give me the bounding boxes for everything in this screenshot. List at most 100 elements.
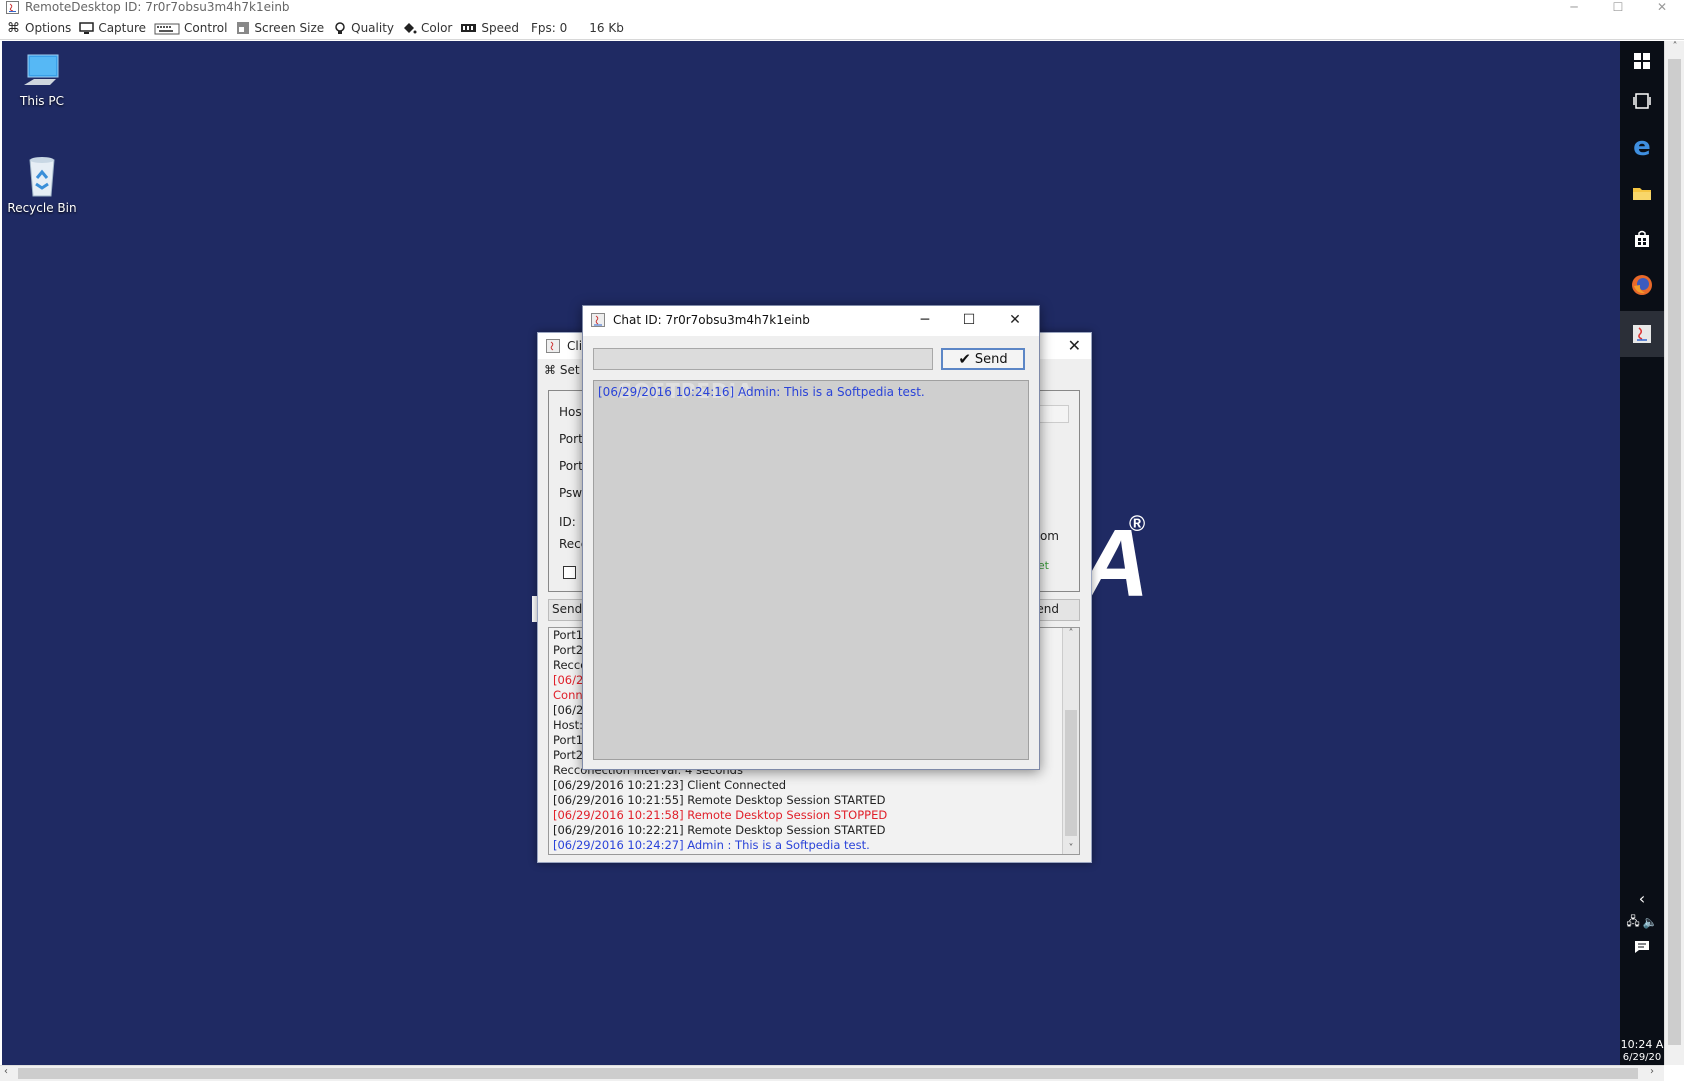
log-fragment: Port2 [553, 748, 584, 762]
minimize-button[interactable]: ─ [1552, 0, 1596, 16]
network-icon: 🖧 [1626, 913, 1640, 928]
client-close-button[interactable]: ✕ [1068, 336, 1081, 355]
close-button[interactable]: ✕ [1640, 0, 1684, 16]
folder-icon [1633, 188, 1651, 200]
store-bag-icon [1635, 230, 1649, 247]
capture-menu[interactable]: Capture [79, 21, 146, 36]
log-scroll-thumb[interactable] [1065, 710, 1077, 836]
memory-icon [460, 21, 477, 36]
desktop-icon-recycle-bin[interactable]: Recycle Bin [2, 154, 82, 215]
paint-bucket-icon [402, 21, 417, 36]
quality-label: Quality [351, 21, 395, 35]
show-hidden-icons-button[interactable]: ‹ [1620, 886, 1664, 910]
chat-send-button[interactable]: ✔ Send [941, 348, 1025, 370]
clock-date[interactable]: 6/29/20 [1620, 1052, 1664, 1063]
client-send-left-button[interactable]: Send [552, 602, 582, 616]
chat-history-area[interactable]: SOFTPEDIA [06/29/2016 10:24:16] Admin: T… [593, 379, 1029, 760]
notification-icon [1635, 941, 1649, 953]
quality-menu[interactable]: Quality [332, 21, 394, 36]
log-line: [06/29/2016 10:21:58] Remote Desktop Ses… [553, 808, 888, 822]
main-toolbar: ⌘ Options Capture Control Screen Size Qu… [0, 17, 1684, 40]
explorer-taskbar-button[interactable] [1620, 173, 1664, 213]
scroll-up-arrow-icon[interactable]: ˄ [1665, 41, 1684, 52]
recycle-bin-label: Recycle Bin [7, 201, 77, 215]
windows-logo-icon [1634, 53, 1650, 69]
task-view-button[interactable] [1620, 81, 1664, 121]
clock-time[interactable]: 10:24 A [1620, 1038, 1664, 1051]
port1-label: Port [559, 432, 583, 446]
java-app-icon [6, 1, 19, 14]
java-icon [546, 339, 560, 353]
windows-taskbar: e ‹ 🖧 🔈 10:24 A 6/29/20 [1620, 41, 1664, 1065]
chat-window: Chat ID: 7r0r7obsu3m4h7k1einb ─ ☐ ✕ ✔ Se… [582, 305, 1040, 770]
log-line: [06/29/2016 10:22:21] Remote Desktop Ses… [553, 823, 886, 837]
options-menu[interactable]: ⌘ Options [6, 21, 71, 36]
log-fragment: Port2 [553, 643, 584, 657]
chat-window-title: Chat ID: 7r0r7obsu3m4h7k1einb [613, 313, 810, 327]
chevron-left-icon: ‹ [1638, 888, 1646, 908]
monitor-icon [79, 21, 95, 36]
log-fragment: Conn [553, 688, 583, 702]
edge-taskbar-button[interactable]: e [1620, 127, 1664, 167]
chat-close-button[interactable]: ✕ [995, 309, 1035, 333]
scroll-right-arrow-icon[interactable]: › [1650, 1066, 1654, 1077]
log-line: [06/29/2016 10:21:23] Client Connected [553, 778, 787, 792]
app-title: RemoteDesktop ID: 7r0r7obsu3m4h7k1einb [25, 0, 290, 14]
maximize-button[interactable]: ☐ [1596, 0, 1640, 16]
computer-icon [24, 54, 59, 85]
command-icon: ⌘ [7, 20, 20, 36]
speed-menu[interactable]: Speed [460, 21, 519, 36]
chat-minimize-button[interactable]: ─ [905, 309, 945, 333]
log-fragment: Port1 [553, 628, 584, 642]
log-fragment: Host: [553, 718, 584, 732]
client-settings-menu[interactable]: ⌘ Set [544, 363, 580, 377]
screen-size-menu[interactable]: Screen Size [235, 21, 324, 36]
auto-checkbox[interactable] [563, 566, 576, 579]
desktop-icon-this-pc[interactable]: This PC [2, 51, 82, 108]
vertical-scroll-thumb[interactable] [1668, 59, 1681, 1045]
scroll-down-arrow-icon[interactable]: ˅ [1063, 843, 1079, 854]
color-label: Color [421, 21, 453, 35]
checkmark-icon: ✔ [958, 350, 971, 368]
keyboard-icon [154, 21, 180, 36]
java-icon [1633, 325, 1651, 343]
port2-label: Port [559, 459, 583, 473]
java-app-taskbar-button[interactable] [1620, 311, 1664, 357]
java-icon [591, 313, 605, 327]
lightbulb-icon [332, 21, 347, 36]
control-menu[interactable]: Control [154, 21, 227, 36]
network-volume-tray[interactable]: 🖧 🔈 [1620, 910, 1664, 934]
vertical-scrollbar[interactable]: ˄ [1664, 41, 1684, 1065]
settings-menu-label: Set [559, 363, 580, 377]
horizontal-scroll-thumb[interactable] [18, 1068, 1638, 1079]
start-button[interactable] [1620, 41, 1664, 81]
volume-icon: 🔈 [1642, 915, 1658, 929]
action-center-button[interactable] [1620, 934, 1664, 960]
log-fragment: Port1 [553, 733, 584, 747]
chat-maximize-button[interactable]: ☐ [949, 309, 989, 333]
horizontal-scrollbar[interactable]: ‹ › [0, 1065, 1664, 1081]
store-taskbar-button[interactable] [1620, 219, 1664, 259]
log-fragment: [06/2 [553, 673, 584, 687]
fps-readout: Fps: 0 [530, 21, 568, 35]
scroll-left-arrow-icon[interactable]: ‹ [4, 1066, 8, 1077]
color-menu[interactable]: Color [402, 21, 452, 36]
id-label: ID: [559, 515, 576, 529]
right-label-fragment: om [1039, 529, 1059, 543]
password-label: Psw [559, 486, 583, 500]
chat-send-label: Send [974, 351, 1008, 367]
log-scrollbar[interactable]: ˄ ˅ [1062, 628, 1079, 854]
control-label: Control [184, 21, 228, 35]
client-window-title: Cli [567, 339, 583, 353]
log-fragment: [06/2 [553, 703, 584, 717]
edge-browser-icon: e [1633, 132, 1651, 162]
app-titlebar: RemoteDesktop ID: 7r0r7obsu3m4h7k1einb ─… [0, 0, 1684, 16]
scroll-up-arrow-icon[interactable]: ˄ [1063, 628, 1079, 639]
resize-icon [235, 21, 250, 36]
screen-size-label: Screen Size [254, 21, 325, 35]
firefox-taskbar-button[interactable] [1620, 265, 1664, 305]
command-icon: ⌘ [544, 363, 556, 377]
this-pc-label: This PC [20, 94, 64, 108]
options-label: Options [25, 21, 72, 35]
chat-message-input[interactable] [593, 348, 933, 370]
